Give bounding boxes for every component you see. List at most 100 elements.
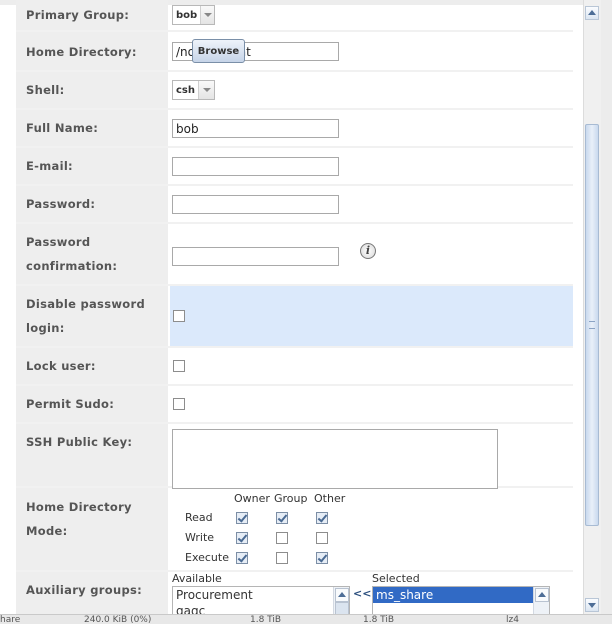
password-confirmation-label-line1: Password: [26, 235, 91, 249]
row-lock-user: Lock user:: [16, 348, 573, 386]
lock-user-label: Lock user:: [26, 359, 96, 373]
scroll-up-icon[interactable]: [335, 588, 349, 602]
browse-button[interactable]: Browse: [192, 39, 245, 63]
mode-write-other-checkbox[interactable]: [316, 532, 328, 544]
lock-user-checkbox[interactable]: [173, 360, 185, 372]
disable-password-login-checkbox[interactable]: [173, 310, 185, 322]
info-icon[interactable]: i: [360, 243, 376, 259]
scroll-thumb[interactable]: [585, 124, 599, 526]
disable-password-login-label-cell: Disable password login:: [16, 286, 168, 346]
row-password-confirmation: Password confirmation:: [16, 224, 573, 286]
mode-read-other-checkbox[interactable]: [316, 512, 328, 524]
selected-groups-label: Selected: [372, 572, 420, 585]
chevron-down-icon[interactable]: [200, 6, 214, 24]
mode-execute-owner-checkbox[interactable]: [236, 552, 248, 564]
mode-execute-other-checkbox[interactable]: [316, 552, 328, 564]
underlay-cell: 1.8 TiB: [363, 615, 395, 624]
full-name-field: [170, 110, 573, 146]
mode-write-group-checkbox[interactable]: [276, 532, 288, 544]
row-home-directory: Home Directory:: [16, 32, 573, 72]
underlay-cell: 240.0 KiB (0%): [84, 615, 152, 624]
move-to-selected-button[interactable]: <<: [353, 587, 371, 600]
row-ssh-public-key: SSH Public Key:: [16, 424, 573, 489]
underlay-cell: 1.8 TiB: [250, 615, 282, 624]
row-email: E-mail:: [16, 148, 573, 186]
auxiliary-groups-label: Auxiliary groups:: [26, 583, 143, 597]
mode-row-read-label: Read: [185, 511, 213, 524]
password-confirmation-label-line2: confirmation:: [26, 259, 118, 273]
permit-sudo-label-cell: Permit Sudo:: [16, 386, 168, 422]
ssh-public-key-label: SSH Public Key:: [26, 435, 133, 449]
disable-password-login-field-cell: [170, 286, 573, 346]
permit-sudo-field-cell: [170, 386, 573, 422]
password-field-cell: [170, 186, 573, 222]
lock-user-label-cell: Lock user:: [16, 348, 168, 384]
grip-icon: [589, 321, 595, 329]
scroll-up-icon[interactable]: [585, 6, 599, 20]
row-home-directory-mode: Home Directory Mode: Owner Group Other R…: [16, 488, 573, 572]
underlying-table-row: hare 240.0 KiB (0%) 1.8 TiB 1.8 TiB lz4: [0, 614, 612, 624]
email-field[interactable]: [172, 157, 339, 176]
row-shell: Shell: csh: [16, 72, 573, 110]
row-permit-sudo: Permit Sudo:: [16, 386, 573, 424]
available-groups-label: Available: [172, 572, 222, 585]
ssh-public-key-textarea[interactable]: [172, 429, 498, 489]
home-directory-mode-field-cell: Owner Group Other Read Write Execute: [170, 488, 573, 570]
permit-sudo-checkbox[interactable]: [173, 398, 185, 410]
password-label-cell: Password:: [16, 186, 168, 222]
row-disable-password-login: Disable password login:: [16, 286, 573, 348]
primary-group-value: bob: [176, 9, 198, 21]
mode-column-owner: Owner: [234, 492, 270, 505]
shell-field: csh: [170, 72, 573, 108]
password-confirmation-input[interactable]: [172, 247, 339, 266]
shell-select[interactable]: csh: [172, 80, 215, 100]
permit-sudo-label: Permit Sudo:: [26, 397, 115, 411]
dialog-scrollbar[interactable]: [583, 0, 601, 614]
mode-row-write-label: Write: [185, 531, 215, 544]
email-field-cell: [170, 148, 573, 184]
home-directory-mode-label-line1: Home Directory: [26, 500, 132, 514]
password-label: Password:: [26, 197, 96, 211]
ssh-public-key-label-cell: SSH Public Key:: [16, 424, 168, 486]
shell-value: csh: [176, 84, 195, 96]
password-input[interactable]: [172, 195, 339, 214]
mode-read-group-checkbox[interactable]: [276, 512, 288, 524]
home-directory-label-cell: Home Directory:: [16, 32, 168, 70]
mode-write-owner-checkbox[interactable]: [236, 532, 248, 544]
underlay-cell: hare: [0, 615, 21, 624]
home-directory-mode-label-cell: Home Directory Mode:: [16, 488, 168, 570]
underlay-cell: lz4: [506, 615, 519, 624]
dialog-right-edge: [601, 0, 612, 614]
password-confirmation-label-cell: Password confirmation:: [16, 224, 168, 284]
scroll-down-icon[interactable]: [585, 598, 599, 612]
row-full-name: Full Name:: [16, 110, 573, 148]
scroll-up-icon[interactable]: [535, 588, 549, 602]
mode-column-group: Group: [274, 492, 308, 505]
primary-group-label-cell: Primary Group:: [16, 0, 168, 30]
home-directory-label: Home Directory:: [26, 45, 137, 59]
primary-group-select[interactable]: bob: [172, 5, 215, 25]
list-item[interactable]: Procurement: [173, 587, 349, 603]
row-primary-group: Primary Group: bob: [16, 0, 573, 32]
mode-column-other: Other: [314, 492, 346, 505]
list-item[interactable]: ms_share: [373, 587, 533, 603]
shell-label: Shell:: [26, 83, 65, 97]
email-label-cell: E-mail:: [16, 148, 168, 184]
full-name-label-cell: Full Name:: [16, 110, 168, 146]
chevron-down-icon[interactable]: [198, 81, 214, 99]
row-password: Password:: [16, 186, 573, 224]
mode-execute-group-checkbox[interactable]: [276, 552, 288, 564]
mode-row-execute-label: Execute: [185, 551, 229, 564]
primary-group-label: Primary Group:: [26, 8, 130, 22]
shell-label-cell: Shell:: [16, 72, 168, 108]
ssh-public-key-field-cell: [170, 424, 573, 489]
primary-group-field: bob: [170, 0, 573, 30]
mode-read-owner-checkbox[interactable]: [236, 512, 248, 524]
email-label: E-mail:: [26, 159, 73, 173]
home-directory-mode-label-line2: Mode:: [26, 524, 68, 538]
lock-user-field-cell: [170, 348, 573, 384]
full-name-input[interactable]: [172, 119, 339, 138]
disable-password-login-label-line1: Disable password: [26, 297, 145, 311]
edit-user-dialog: Primary Group: bob Home Directory: Shell…: [0, 0, 612, 624]
full-name-label: Full Name:: [26, 121, 99, 135]
